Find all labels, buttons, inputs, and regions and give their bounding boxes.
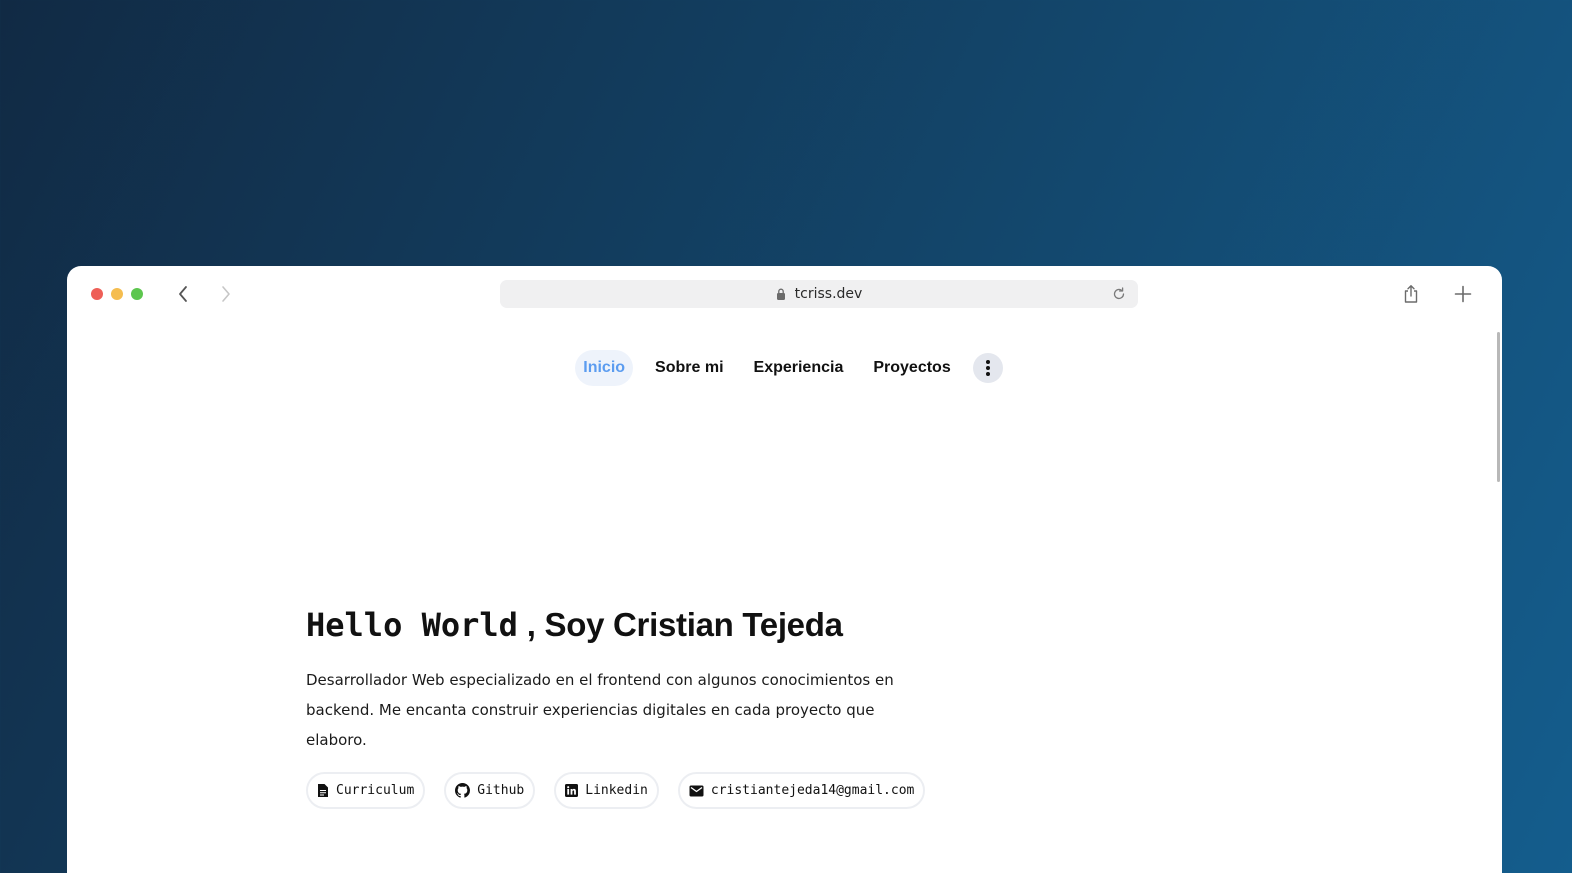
reload-icon[interactable]: [1112, 286, 1126, 301]
chevron-right-icon: [222, 286, 230, 302]
hero-greeting: Hello World: [306, 606, 518, 644]
browser-toolbar: tcriss.dev: [67, 266, 1502, 322]
site-navigation: Inicio Sobre mi Experiencia Proyectos: [67, 350, 1502, 386]
nav-item-proyectos[interactable]: Proyectos: [865, 350, 958, 386]
nav-item-experiencia[interactable]: Experiencia: [746, 350, 852, 386]
curriculum-link[interactable]: Curriculum: [306, 772, 426, 809]
vertical-dots-icon: [985, 360, 990, 376]
linkedin-icon: [565, 784, 579, 797]
lock-icon: [776, 288, 786, 300]
curriculum-label: Curriculum: [336, 783, 415, 798]
linkedin-link[interactable]: Linkedin: [554, 772, 659, 809]
close-window-button[interactable]: [91, 288, 103, 300]
more-menu-button[interactable]: [972, 353, 1003, 383]
github-icon: [455, 783, 471, 798]
hero-description: Desarrollador Web especializado en el fr…: [306, 671, 894, 749]
hero-title-name: , Soy Cristian Tejeda: [526, 606, 843, 643]
github-label: Github: [477, 783, 525, 798]
email-link[interactable]: cristiantejeda14@gmail.com: [677, 772, 926, 809]
github-link[interactable]: Github: [444, 772, 536, 809]
window-controls: [91, 288, 143, 300]
chevron-left-icon: [179, 286, 187, 302]
share-icon: [1404, 285, 1418, 303]
share-button[interactable]: [1399, 282, 1423, 306]
email-label: cristiantejeda14@gmail.com: [710, 783, 915, 798]
linkedin-label: Linkedin: [585, 783, 648, 798]
mail-icon: [689, 785, 704, 797]
minimize-window-button[interactable]: [111, 288, 123, 300]
browser-window: tcriss.dev Inicio Sobre mi Experiencia P…: [67, 266, 1502, 873]
nav-item-sobre-mi[interactable]: Sobre mi: [647, 350, 731, 386]
hero-section: Hello World , Soy Cristian Tejeda Desarr…: [306, 606, 946, 809]
nav-item-inicio[interactable]: Inicio: [575, 350, 634, 386]
back-button[interactable]: [171, 282, 195, 306]
contact-links: Curriculum Github Linkedin cristiantejed…: [306, 772, 946, 809]
address-bar[interactable]: tcriss.dev: [500, 280, 1138, 308]
document-icon: [317, 783, 329, 798]
plus-icon: [1454, 285, 1472, 303]
maximize-window-button[interactable]: [131, 288, 143, 300]
new-tab-button[interactable]: [1451, 282, 1475, 306]
hero-title: Hello World , Soy Cristian Tejeda: [306, 606, 946, 644]
url-text: tcriss.dev: [794, 286, 863, 302]
forward-button[interactable]: [214, 282, 238, 306]
